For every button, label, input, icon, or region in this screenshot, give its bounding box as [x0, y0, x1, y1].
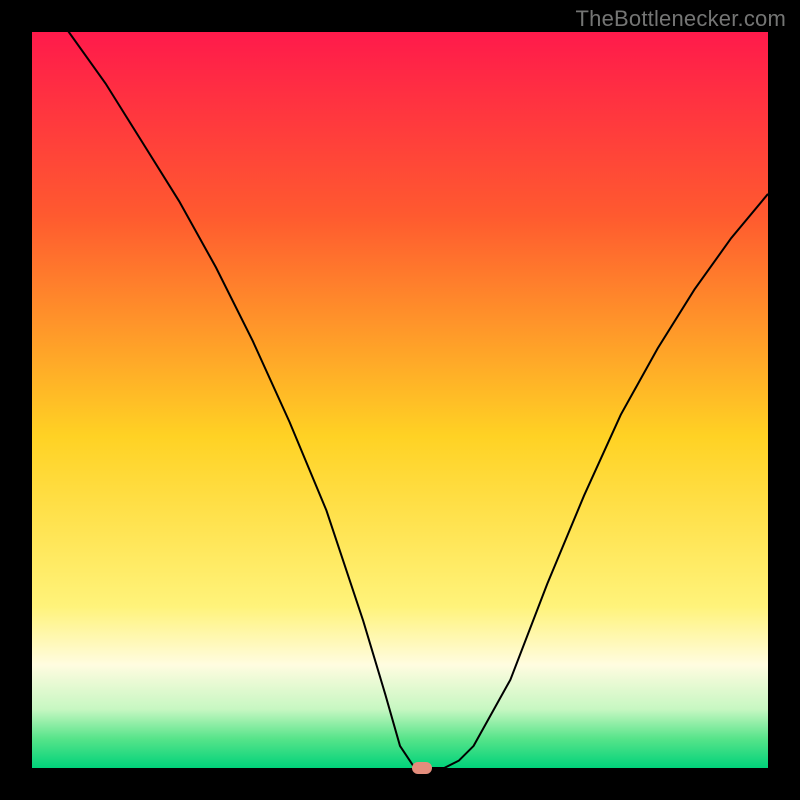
curve-min-marker [412, 762, 432, 774]
plot-frame [32, 32, 768, 768]
plot-area [32, 32, 768, 768]
watermark-text: TheBottlenecker.com [576, 6, 786, 32]
curve-layer [32, 32, 768, 768]
bottleneck-curve [32, 32, 768, 768]
